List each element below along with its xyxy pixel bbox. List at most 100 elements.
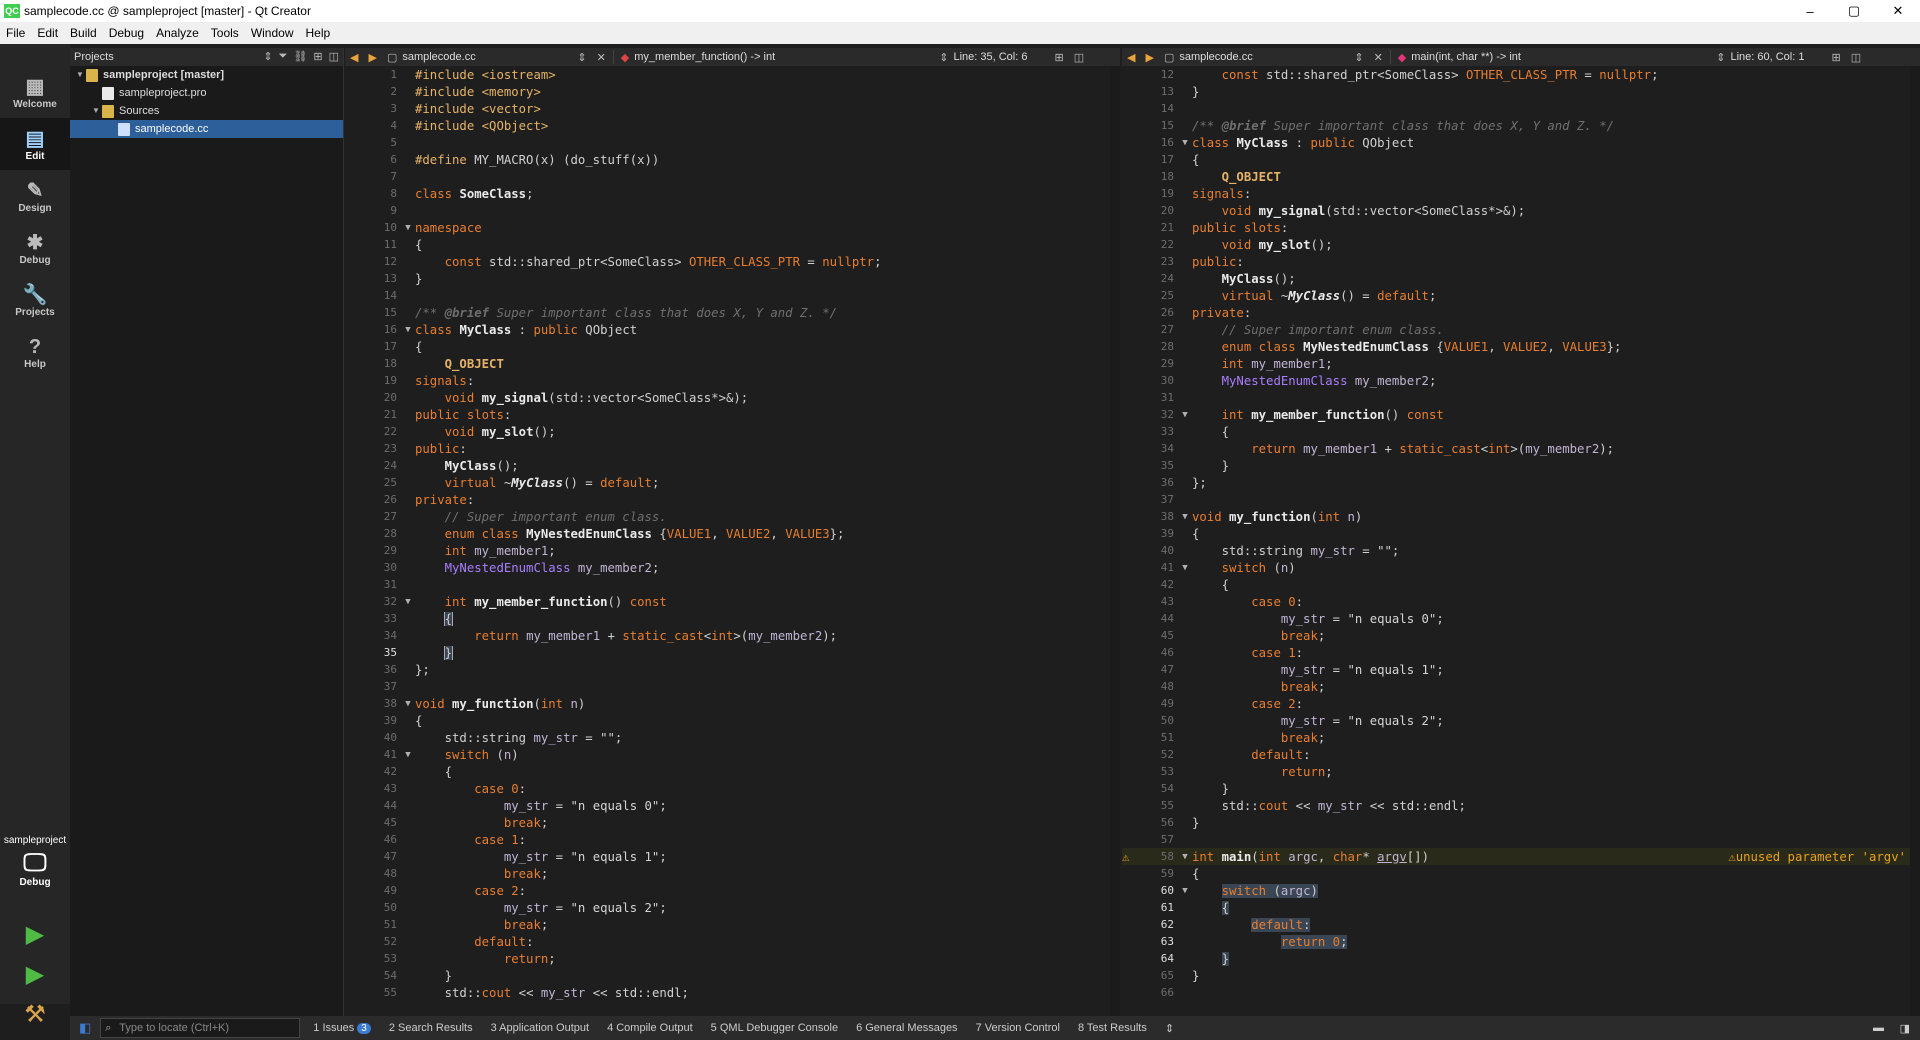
menu-tools[interactable]: Tools — [205, 22, 245, 44]
run-button[interactable]: ▶ — [0, 914, 70, 954]
tree-item[interactable]: ▼ Sources — [70, 102, 343, 120]
scrollbar-left[interactable] — [1110, 66, 1120, 1016]
warning-annotation[interactable]: ⚠unused parameter 'argv' — [1728, 850, 1906, 864]
code-line[interactable]: 33 { — [345, 610, 1120, 627]
editor-left-position[interactable]: Line: 35, Col: 6 — [953, 51, 1049, 63]
code-line[interactable]: 23 public: — [1122, 253, 1920, 270]
link-icon[interactable]: ⛓ — [293, 50, 307, 63]
mode-edit[interactable]: ▤ Edit — [0, 118, 70, 170]
code-line[interactable]: 65} — [1122, 967, 1920, 984]
tab-test-results[interactable]: 8 Test Results — [1069, 1022, 1156, 1034]
code-line[interactable]: 3 #include <vector> — [345, 100, 1120, 117]
projects-pane-title[interactable]: Projects — [74, 51, 114, 63]
code-line[interactable]: 49 case 2: — [345, 882, 1120, 899]
tab-qml-debugger-console[interactable]: 5 QML Debugger Console — [702, 1022, 847, 1034]
code-line[interactable]: 59 { — [1122, 865, 1920, 882]
code-line[interactable]: 22 void my_slot(); — [345, 423, 1120, 440]
code-line[interactable]: 15 /** @brief Super important class that … — [1122, 117, 1920, 134]
menu-analyze[interactable]: Analyze — [150, 22, 205, 44]
code-line[interactable]: 26 private: — [1122, 304, 1920, 321]
menu-edit[interactable]: Edit — [31, 22, 64, 44]
tree-item[interactable]: samplecode.cc — [70, 120, 343, 138]
code-line[interactable]: 5 — [345, 134, 1120, 151]
code-line[interactable]: 20 void my_signal(std::vector<SomeClass*… — [1122, 202, 1920, 219]
code-line[interactable]: 54 } — [1122, 780, 1920, 797]
code-line[interactable]: 25 virtual ~MyClass() = default; — [1122, 287, 1920, 304]
fold-arrow-icon[interactable]: ▼ — [1178, 886, 1192, 896]
code-line[interactable]: 24 MyClass(); — [345, 457, 1120, 474]
code-line[interactable]: 37 — [345, 678, 1120, 695]
code-line[interactable]: 50 my_str = "n equals 2"; — [345, 899, 1120, 916]
forward-icon[interactable]: ▶ — [363, 51, 381, 64]
code-line[interactable]: 24 MyClass(); — [1122, 270, 1920, 287]
code-line[interactable]: 11 { — [345, 236, 1120, 253]
editor-left-symbol[interactable]: my_member_function() -> int — [634, 51, 934, 63]
locator-input[interactable]: ⌕ Type to locate (Ctrl+K) — [100, 1018, 301, 1038]
toggle-right-sidebar-icon[interactable]: ◨ — [1900, 1022, 1910, 1035]
code-line[interactable]: 50 my_str = "n equals 2"; — [1122, 712, 1920, 729]
code-line[interactable]: 52 default: — [1122, 746, 1920, 763]
code-line[interactable]: 42 { — [345, 763, 1120, 780]
code-line[interactable]: 17 { — [345, 338, 1120, 355]
toggle-sidebar-icon[interactable]: ◧ — [70, 1020, 100, 1036]
split-icon[interactable]: ⊞ — [1826, 51, 1845, 64]
code-line[interactable]: 34 return my_member1 + static_cast<int>(… — [345, 627, 1120, 644]
code-line[interactable]: 53 return; — [345, 950, 1120, 967]
code-line[interactable]: 19 signals: — [345, 372, 1120, 389]
code-line[interactable]: 55 std::cout << my_str << std::endl; — [345, 984, 1120, 1001]
code-line[interactable]: 25 virtual ~MyClass() = default; — [345, 474, 1120, 491]
code-line[interactable]: 6 #define MY_MACRO(x) (do_stuff(x)) — [345, 151, 1120, 168]
code-line[interactable]: 42 { — [1122, 576, 1920, 593]
tree-item[interactable]: sampleproject.pro — [70, 84, 343, 102]
mode-help[interactable]: ? Help — [0, 326, 70, 378]
code-line[interactable]: 31 — [345, 576, 1120, 593]
tab-issues[interactable]: 1 Issues 3 — [304, 1022, 380, 1034]
code-line[interactable]: 16 ▼ class MyClass : public QObject — [1122, 134, 1920, 151]
maximize-button[interactable]: ▢ — [1832, 0, 1876, 22]
code-line[interactable]: 52 default: — [345, 933, 1120, 950]
code-line[interactable]: 12 const std::shared_ptr<SomeClass> OTHE… — [345, 253, 1120, 270]
code-line[interactable]: 64 } — [1122, 950, 1920, 967]
code-line[interactable]: 7 — [345, 168, 1120, 185]
menu-help[interactable]: Help — [300, 22, 337, 44]
code-line[interactable]: 41 ▼ switch (n) — [1122, 559, 1920, 576]
code-line[interactable]: 32 ▼ int my_member_function() const — [345, 593, 1120, 610]
mode-design[interactable]: ✎ Design — [0, 170, 70, 222]
code-line[interactable]: 9 — [345, 202, 1120, 219]
code-line[interactable]: 26 private: — [345, 491, 1120, 508]
code-line[interactable]: 30 MyNestedEnumClass my_member2; — [1122, 372, 1920, 389]
code-line[interactable]: 38 ▼ void my_function(int n) — [1122, 508, 1920, 525]
code-line[interactable]: 18 Q_OBJECT — [1122, 168, 1920, 185]
code-line[interactable]: 21 public slots: — [345, 406, 1120, 423]
tab-general-messages[interactable]: 6 General Messages — [847, 1022, 967, 1034]
fold-arrow-icon[interactable]: ▼ — [1178, 138, 1192, 148]
tree-item[interactable]: ▼ sampleproject [master] — [70, 66, 343, 84]
fold-arrow-icon[interactable]: ▼ — [401, 750, 415, 760]
code-line[interactable]: 39 { — [1122, 525, 1920, 542]
code-area-left[interactable]: 1 #include <iostream> 2 #include <memory> 3 #… — [345, 66, 1120, 1016]
code-line[interactable]: 1 #include <iostream> — [345, 66, 1120, 83]
code-line[interactable]: 51 break; — [345, 916, 1120, 933]
code-line[interactable]: 31 — [1122, 389, 1920, 406]
code-line[interactable]: 60 ▼ switch (argc) — [1122, 882, 1920, 899]
minimize-button[interactable]: – — [1788, 0, 1832, 22]
debug-run-button[interactable]: ▶ — [0, 954, 70, 994]
code-line[interactable]: ⚠ 58 ▼ int main(int argc, char* argv[]) ⚠unu… — [1122, 848, 1920, 865]
code-line[interactable]: 34 return my_member1 + static_cast<int>(… — [1122, 440, 1920, 457]
dropdown-icon[interactable]: ⇕ — [572, 51, 591, 64]
code-line[interactable]: 33 { — [1122, 423, 1920, 440]
more-tabs-icon[interactable]: ⇕ — [1156, 1022, 1183, 1035]
code-line[interactable]: 13} — [1122, 83, 1920, 100]
fold-arrow-icon[interactable]: ▼ — [401, 325, 415, 335]
code-line[interactable]: 53 return; — [1122, 763, 1920, 780]
editor-right-position[interactable]: Line: 60, Col: 1 — [1730, 51, 1826, 63]
code-line[interactable]: 40 std::string my_str = ""; — [1122, 542, 1920, 559]
editor-right-file[interactable]: samplecode.cc — [1179, 51, 1349, 63]
code-line[interactable]: 43 case 0: — [1122, 593, 1920, 610]
code-line[interactable]: 23 public: — [345, 440, 1120, 457]
code-line[interactable]: 56} — [1122, 814, 1920, 831]
fold-arrow-icon[interactable]: ▼ — [1178, 512, 1192, 522]
fold-arrow-icon[interactable]: ▼ — [1178, 563, 1192, 573]
code-line[interactable]: 27 // Super important enum class. — [1122, 321, 1920, 338]
fold-arrow-icon[interactable]: ▼ — [1178, 410, 1192, 420]
